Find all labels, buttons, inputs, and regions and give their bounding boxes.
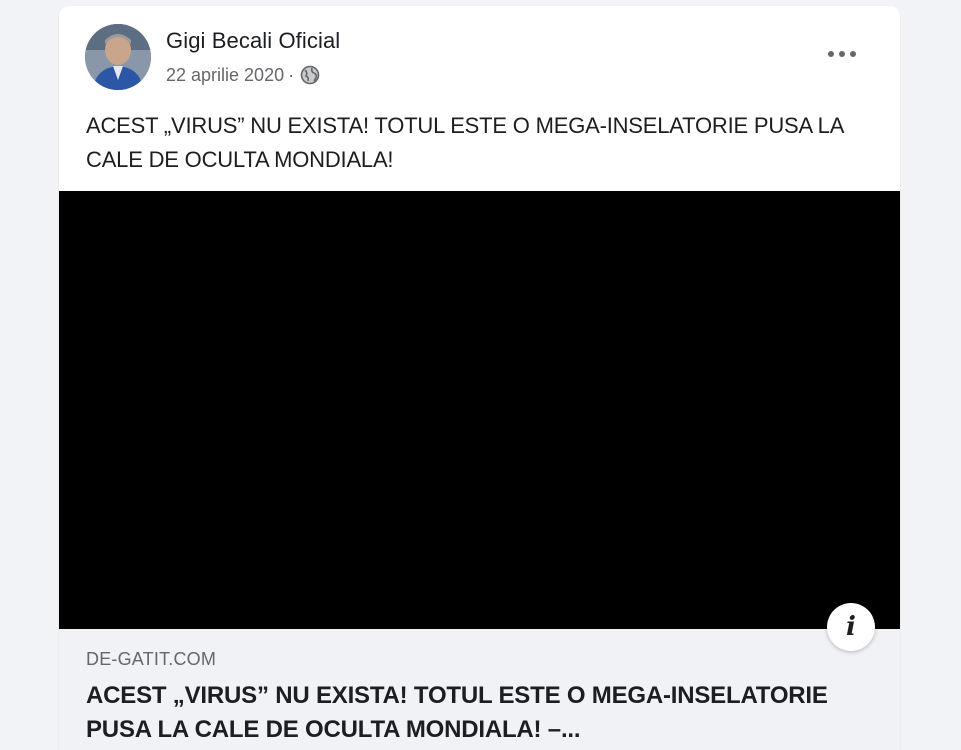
post-header: Gigi Becali Oficial 22 aprilie 2020 · [59,6,900,102]
post-card: Gigi Becali Oficial 22 aprilie 2020 · AC… [59,6,900,750]
post-date[interactable]: 22 aprilie 2020 [166,65,284,86]
more-options-button[interactable] [815,34,869,74]
more-options-icon [828,51,856,57]
link-title[interactable]: ACEST „VIRUS” NU EXISTA! TOTUL ESTE O ME… [86,679,866,747]
info-button[interactable]: i [827,603,875,651]
link-domain: DE-GATIT.COM [86,649,217,669]
info-icon: i [846,612,856,642]
link-preview[interactable]: DE-GATIT.COM ACEST „VIRUS” NU EXISTA! TO… [59,629,900,750]
video-player[interactable] [59,191,900,629]
globe-icon [300,65,320,85]
author-name[interactable]: Gigi Becali Oficial [166,28,340,54]
post-text: ACEST „VIRUS” NU EXISTA! TOTUL ESTE O ME… [86,113,843,172]
post-meta: 22 aprilie 2020 · [166,64,320,86]
page: Gigi Becali Oficial 22 aprilie 2020 · AC… [0,0,961,750]
avatar-image [85,24,151,90]
avatar[interactable] [85,24,151,90]
meta-separator: · [288,64,295,85]
